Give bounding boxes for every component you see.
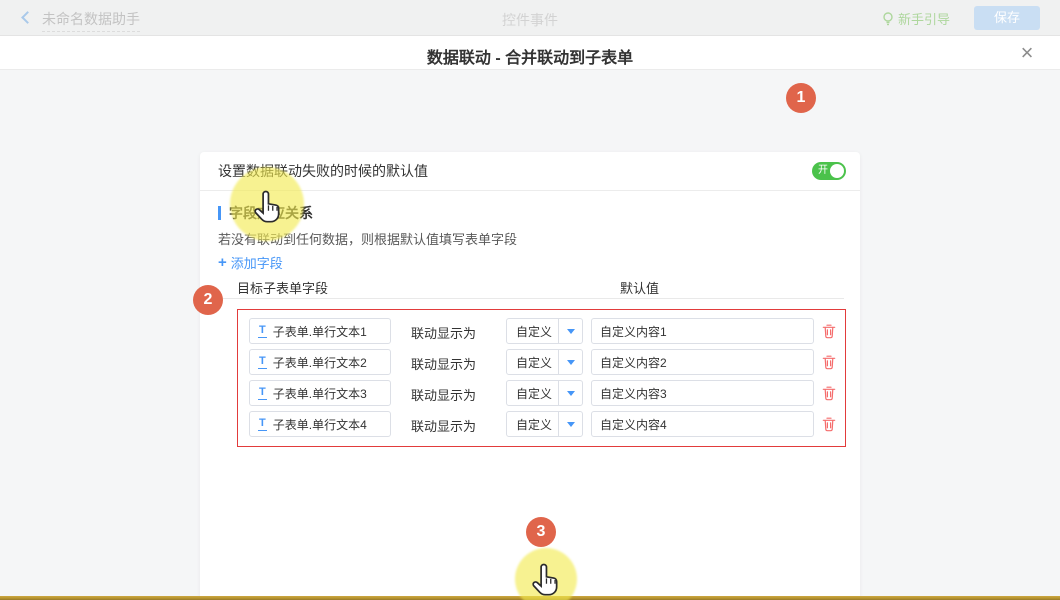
target-field-value: 子表单.单行文本3 [273,385,367,402]
trash-icon [821,385,837,401]
mode-value: 自定义 [507,323,558,340]
default-value-input[interactable] [591,411,814,437]
target-field-value: 子表单.单行文本2 [273,354,367,371]
toggle-state-label: 开 [818,165,828,177]
step-badge-1: 1 [786,83,816,113]
trash-icon [821,416,837,432]
column-header-default: 默认值 [620,278,659,297]
mapping-row: T 子表单.单行文本2 联动显示为 自定义 [238,349,845,375]
mapping-row: T 子表单.单行文本1 联动显示为 自定义 [238,318,845,344]
app-topbar: 未命名数据助手 控件事件 新手引导 保存 [0,0,1060,36]
target-field-select[interactable]: T 子表单.单行文本4 [249,411,391,437]
add-field-label: 添加字段 [231,253,283,272]
trash-icon [821,323,837,339]
plus-icon: + [218,254,227,271]
target-field-select[interactable]: T 子表单.单行文本1 [249,318,391,344]
back-chevron-icon [21,11,34,24]
delete-row-button[interactable] [821,385,837,401]
default-value-toggle[interactable]: 开 [812,162,846,180]
mode-select[interactable]: 自定义 [506,349,583,375]
target-field-select[interactable]: T 子表单.单行文本2 [249,349,391,375]
mapping-row: T 子表单.单行文本4 联动显示为 自定义 [238,411,845,437]
text-field-icon: T [258,387,267,400]
add-field-link[interactable]: + 添加字段 [218,253,283,272]
target-field-select[interactable]: T 子表单.单行文本3 [249,380,391,406]
target-field-value: 子表单.单行文本1 [273,323,367,340]
topbar-title: 控件事件 [502,10,558,30]
chevron-down-icon [567,329,575,334]
text-field-icon: T [258,356,267,369]
mode-value: 自定义 [507,416,558,433]
relation-label: 联动显示为 [411,416,476,435]
mode-select[interactable]: 自定义 [506,411,583,437]
trash-icon [821,354,837,370]
relation-label: 联动显示为 [411,354,476,373]
column-header-target: 目标子表单字段 [237,278,328,297]
hand-cursor-icon [254,189,284,225]
save-button[interactable]: 保存 [974,6,1040,30]
mode-select[interactable]: 自定义 [506,318,583,344]
lightbulb-icon [882,12,894,26]
assistant-name[interactable]: 未命名数据助手 [42,9,140,32]
select-arrow-zone [558,412,582,436]
delete-row-button[interactable] [821,416,837,432]
dialog-header: 数据联动 - 合并联动到子表单 × [0,36,1060,70]
dialog-title: 数据联动 - 合并联动到子表单 [427,44,633,68]
relation-label: 联动显示为 [411,323,476,342]
back-button[interactable] [18,9,36,27]
mode-value: 自定义 [507,354,558,371]
mode-select[interactable]: 自定义 [506,380,583,406]
relation-label: 联动显示为 [411,385,476,404]
step-badge-3: 3 [526,517,556,547]
delete-row-button[interactable] [821,354,837,370]
chevron-down-icon [567,422,575,427]
default-value-input[interactable] [591,380,814,406]
text-field-icon: T [258,325,267,338]
delete-row-button[interactable] [821,323,837,339]
default-value-input[interactable] [591,318,814,344]
toggle-knob [830,164,844,178]
mode-value: 自定义 [507,385,558,402]
chevron-down-icon [567,391,575,396]
default-value-input[interactable] [591,349,814,375]
screen: 未命名数据助手 控件事件 新手引导 保存 数据联动 - 合并联动到子表单 × 设… [0,0,1060,600]
close-icon[interactable]: × [1014,40,1040,66]
select-arrow-zone [558,350,582,374]
column-divider [218,298,844,299]
text-field-icon: T [258,418,267,431]
select-arrow-zone [558,319,582,343]
step-badge-2: 2 [193,285,223,315]
chevron-down-icon [567,360,575,365]
guide-label: 新手引导 [898,9,950,28]
hand-cursor-icon [532,562,562,598]
guide-link[interactable]: 新手引导 [882,9,950,28]
target-field-value: 子表单.单行文本4 [273,416,367,433]
mapping-rows-highlight-box: T 子表单.单行文本1 联动显示为 自定义 T [237,309,846,447]
select-arrow-zone [558,381,582,405]
section-bar-icon [218,206,221,220]
mapping-row: T 子表单.单行文本3 联动显示为 自定义 [238,380,845,406]
